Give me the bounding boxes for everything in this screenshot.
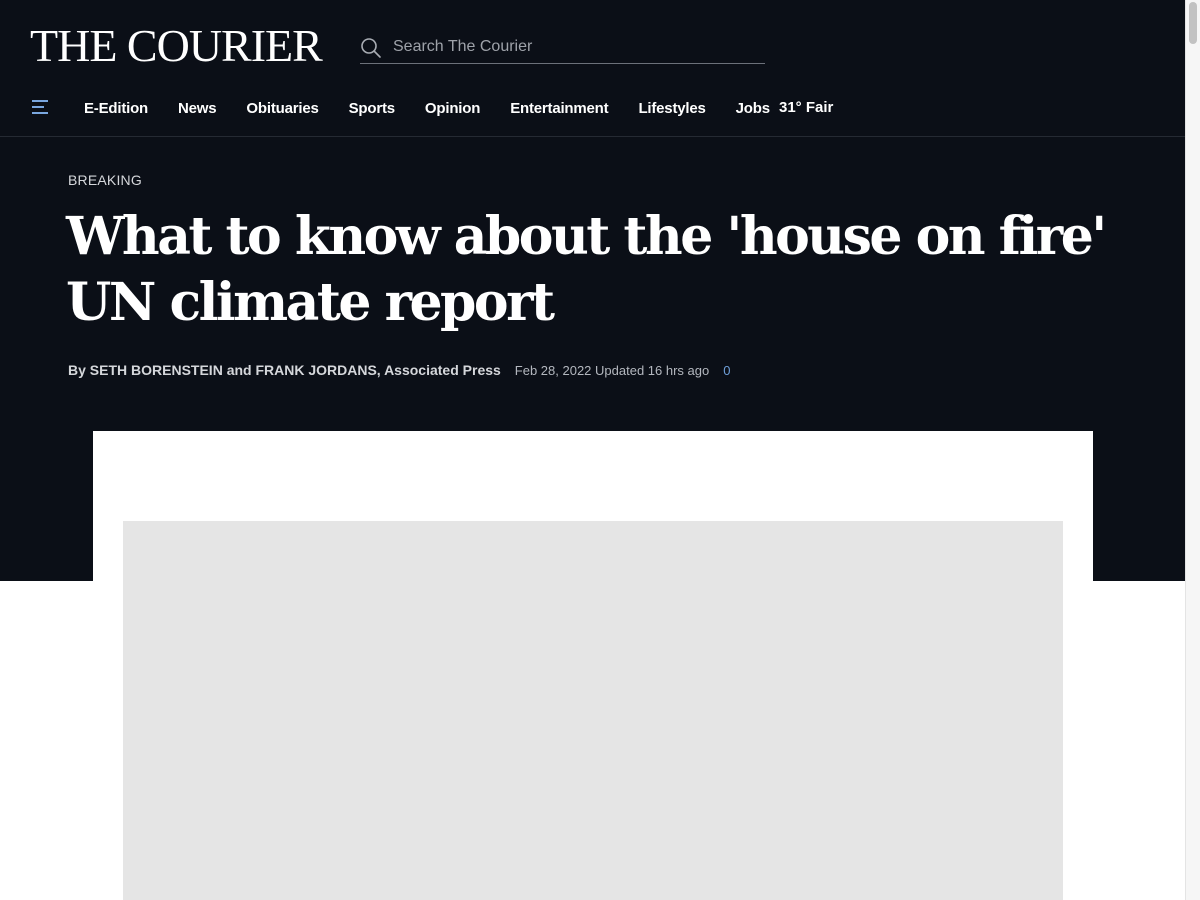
nav-item-sports[interactable]: Sports bbox=[349, 100, 396, 117]
comment-count-link[interactable]: 0 bbox=[723, 363, 730, 378]
byline-authors: By SETH BORENSTEIN and FRANK JORDANS, As… bbox=[68, 362, 501, 378]
scrollbar-thumb[interactable] bbox=[1189, 2, 1197, 44]
search-icon[interactable] bbox=[360, 37, 382, 59]
nav-links: E-Edition News Obituaries Sports Opinion… bbox=[84, 92, 800, 124]
nav-item-e-edition[interactable]: E-Edition bbox=[84, 100, 148, 117]
search-bar[interactable] bbox=[360, 30, 765, 64]
publish-date: Feb 28, 2022 Updated 16 hrs ago bbox=[514, 363, 710, 378]
lead-image-placeholder bbox=[123, 521, 1063, 900]
article-headline: What to know about the 'house on fire' U… bbox=[66, 206, 1107, 333]
site-header: THE COURIER E-Edition News Obituaries Sp… bbox=[0, 0, 1185, 137]
lead-media-card bbox=[93, 431, 1093, 900]
nav-item-obituaries[interactable]: Obituaries bbox=[246, 100, 318, 117]
nav-item-entertainment[interactable]: Entertainment bbox=[510, 100, 608, 117]
hamburger-menu-icon[interactable] bbox=[31, 99, 49, 115]
weather-widget[interactable]: 31° Fair bbox=[779, 92, 833, 124]
nav-item-lifestyles[interactable]: Lifestyles bbox=[638, 100, 705, 117]
nav-item-jobs[interactable]: Jobs bbox=[736, 100, 770, 117]
search-input[interactable] bbox=[393, 35, 753, 59]
article-byline: By SETH BORENSTEIN and FRANK JORDANS, As… bbox=[68, 362, 730, 380]
site-logo[interactable]: THE COURIER bbox=[30, 20, 323, 72]
nav-item-opinion[interactable]: Opinion bbox=[425, 100, 480, 117]
main-nav: E-Edition News Obituaries Sports Opinion… bbox=[0, 92, 1185, 124]
article-kicker[interactable]: BREAKING bbox=[68, 172, 142, 188]
nav-item-news[interactable]: News bbox=[178, 100, 217, 117]
page-scrollbar[interactable] bbox=[1185, 0, 1200, 900]
